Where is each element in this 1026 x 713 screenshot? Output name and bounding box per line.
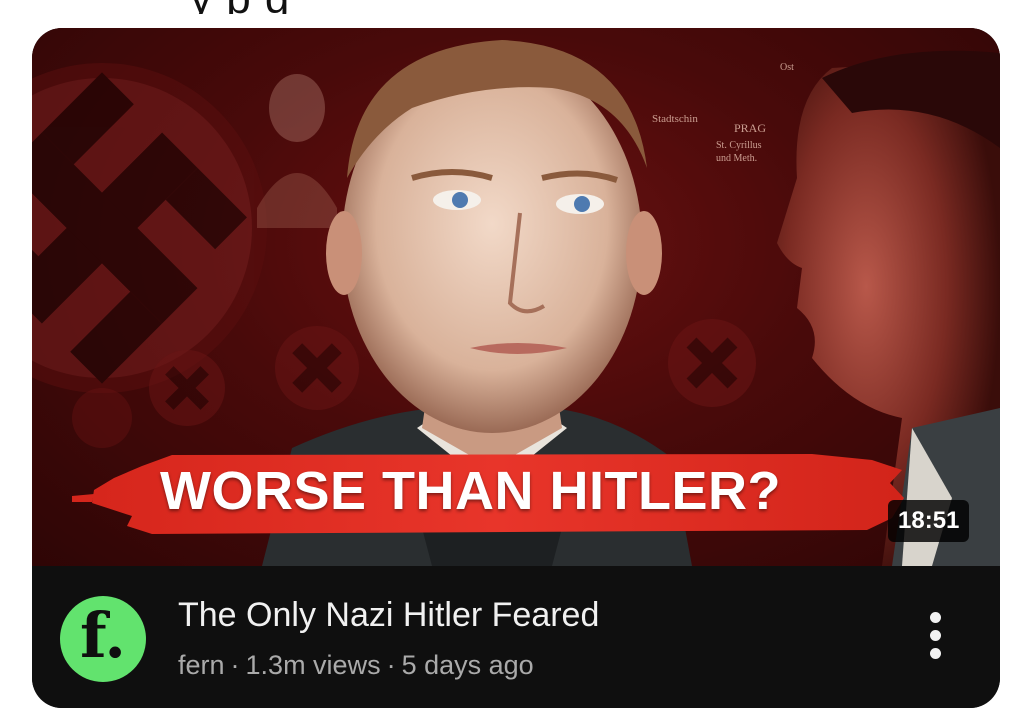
video-meta-row: f. The Only Nazi Hitler Feared fern · 1.3m… (32, 566, 1000, 708)
map-label-5: Ost (780, 62, 794, 73)
upload-age: 5 days ago (401, 650, 534, 680)
separator: · (386, 650, 396, 680)
thumbnail-title-text: WORSE THAN HITLER? (160, 461, 781, 521)
more-dot (930, 630, 941, 641)
map-label-3: St. Cyrillus (716, 140, 762, 151)
video-title[interactable]: The Only Nazi Hitler Feared (178, 596, 599, 635)
cropped-heading-text: y p g (190, 0, 290, 14)
more-vertical-icon[interactable] (916, 606, 956, 666)
map-label-4: und Meth. (716, 153, 757, 164)
emblem-small-1 (149, 350, 225, 426)
emblem-small-4 (72, 388, 132, 448)
map-label-2: PRAG (734, 121, 766, 135)
emblem-small-2 (275, 326, 359, 410)
channel-avatar[interactable]: f. (60, 596, 146, 682)
channel-avatar-letter: f. (79, 599, 127, 672)
more-dot (930, 648, 941, 659)
video-thumbnail[interactable]: Stadtschin PRAG St. Cyrillus und Meth. O… (32, 28, 1000, 566)
cropped-heading: y p g (0, 0, 1026, 14)
map-label-1: Stadtschin (652, 113, 698, 125)
video-card[interactable]: Stadtschin PRAG St. Cyrillus und Meth. O… (32, 28, 1000, 708)
video-duration-badge: 18:51 (888, 500, 970, 542)
separator: · (230, 650, 240, 680)
channel-name[interactable]: fern (178, 650, 225, 680)
view-count: 1.3m views (245, 650, 381, 680)
emblem-small-3 (668, 319, 756, 407)
more-dot (930, 612, 941, 623)
video-subline: fern · 1.3m views · 5 days ago (178, 650, 534, 681)
